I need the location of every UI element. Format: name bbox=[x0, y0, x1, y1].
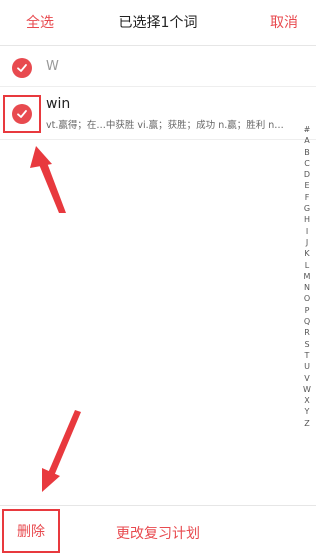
index-letter[interactable]: P bbox=[305, 305, 310, 316]
index-letter[interactable]: T bbox=[305, 350, 310, 361]
index-letter[interactable]: Z bbox=[304, 418, 309, 429]
top-bar: 全选 已选择1个词 取消 bbox=[0, 0, 316, 46]
index-letter[interactable]: # bbox=[304, 124, 311, 135]
change-review-plan-button[interactable]: 更改复习计划 bbox=[116, 523, 200, 543]
index-letter[interactable]: V bbox=[304, 373, 309, 384]
index-letter[interactable]: S bbox=[304, 339, 309, 350]
index-letter[interactable]: K bbox=[304, 248, 309, 259]
index-letter[interactable]: D bbox=[304, 169, 310, 180]
check-icon[interactable] bbox=[12, 58, 32, 78]
index-letter[interactable]: G bbox=[304, 203, 310, 214]
index-letter[interactable]: N bbox=[304, 282, 310, 293]
check-icon[interactable] bbox=[12, 104, 32, 124]
index-letter[interactable]: U bbox=[304, 361, 310, 372]
delete-button[interactable]: 删除 bbox=[2, 509, 60, 553]
index-letter[interactable]: X bbox=[304, 395, 309, 406]
word-definition: vt.赢得；在…中获胜 vi.赢；获胜；成功 n.赢；胜利 n… bbox=[46, 120, 284, 131]
index-letter[interactable]: E bbox=[304, 180, 309, 191]
index-letter[interactable]: L bbox=[305, 260, 309, 271]
index-letter[interactable]: I bbox=[306, 226, 308, 237]
index-letter[interactable]: O bbox=[304, 293, 310, 304]
index-letter[interactable]: A bbox=[304, 135, 309, 146]
page-title: 已选择1个词 bbox=[118, 15, 198, 31]
delete-label: 删除 bbox=[17, 524, 45, 540]
index-letter[interactable]: R bbox=[304, 327, 310, 338]
bottom-action-bar: 删除 更改复习计划 bbox=[0, 505, 316, 556]
index-letter[interactable]: Q bbox=[304, 316, 310, 327]
index-letter[interactable]: F bbox=[305, 192, 310, 203]
word-text: win bbox=[46, 96, 71, 112]
index-letter[interactable]: M bbox=[304, 271, 311, 282]
index-letter[interactable]: B bbox=[304, 147, 310, 158]
index-letter[interactable]: W bbox=[303, 384, 311, 395]
word-list-item[interactable]: win vt.赢得；在…中获胜 vi.赢；获胜；成功 n.赢；胜利 n… bbox=[0, 88, 316, 140]
arrow-down-icon bbox=[42, 410, 81, 492]
alphabet-index[interactable]: # A B C D E F G H I J K L M N O P Q R S T U V W X Y Z bbox=[302, 124, 312, 429]
index-letter[interactable]: J bbox=[306, 237, 308, 248]
arrow-up-icon bbox=[30, 146, 66, 213]
group-header-w[interactable]: W bbox=[0, 47, 316, 87]
index-letter[interactable]: H bbox=[304, 214, 310, 225]
group-letter: W bbox=[46, 59, 59, 74]
index-letter[interactable]: Y bbox=[305, 406, 310, 417]
index-letter[interactable]: C bbox=[304, 158, 310, 169]
cancel-button[interactable]: 取消 bbox=[270, 12, 298, 32]
